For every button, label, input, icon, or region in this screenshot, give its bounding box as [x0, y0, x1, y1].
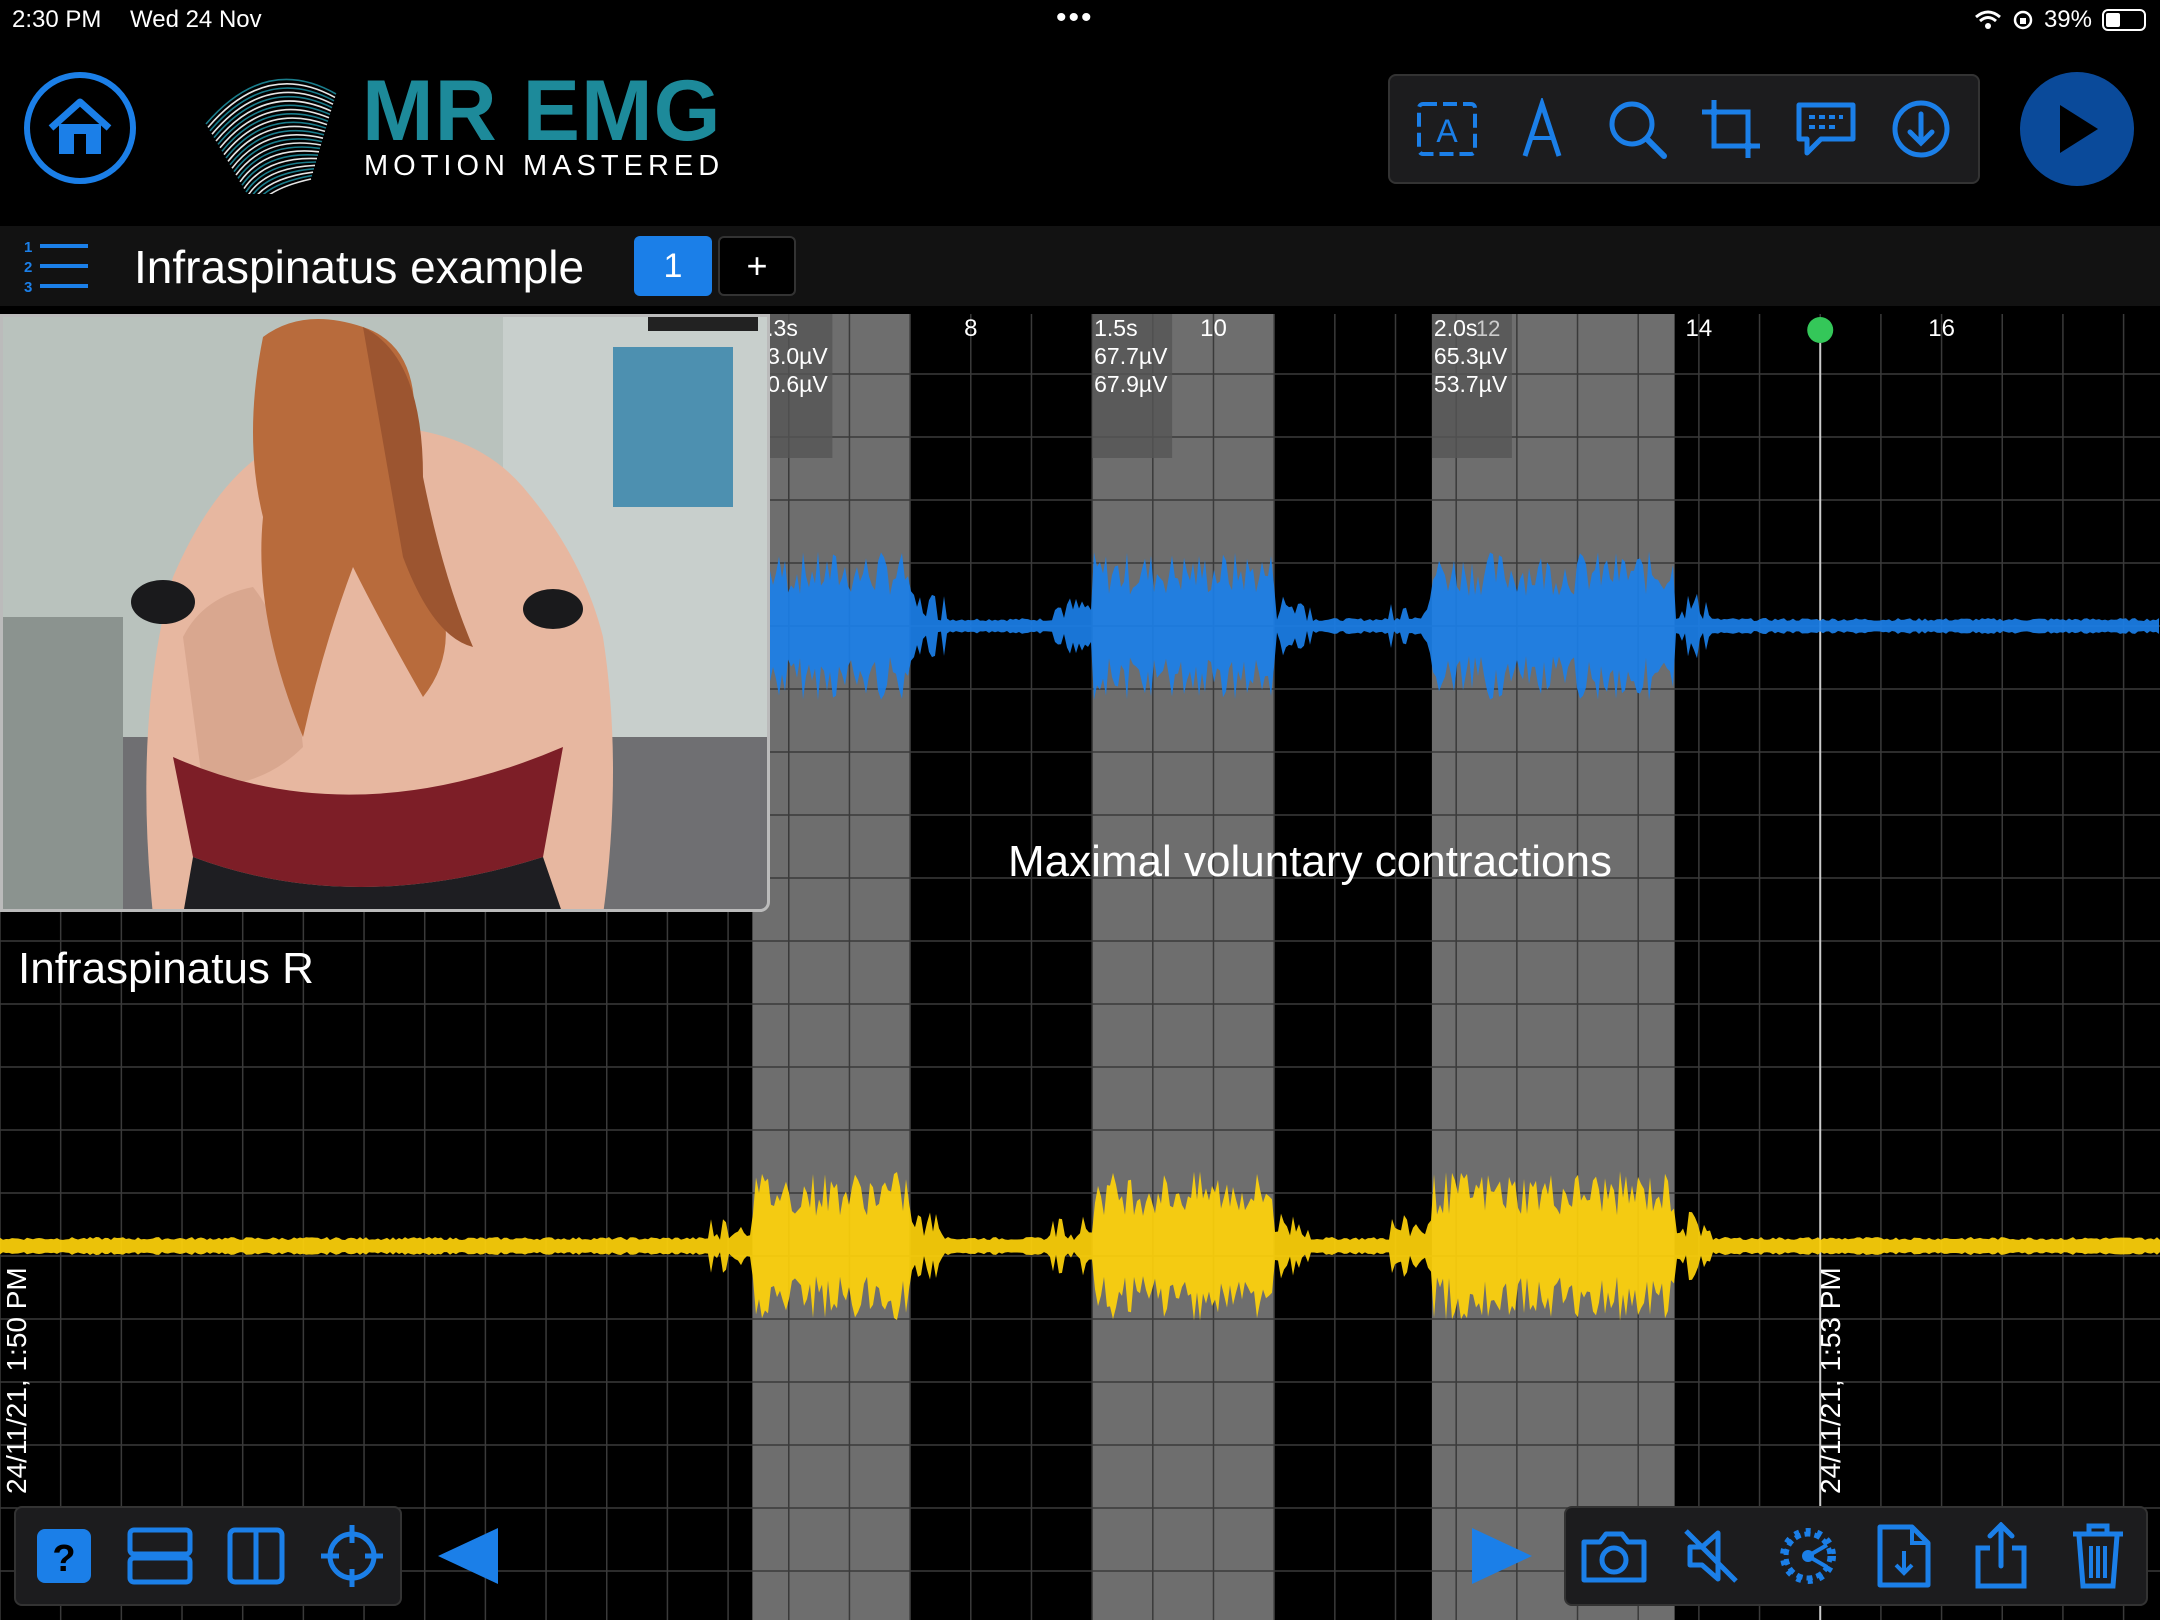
svg-text:?: ?	[52, 1538, 75, 1580]
zoom-button[interactable]	[1602, 94, 1672, 164]
download-icon	[1892, 100, 1950, 158]
delete-button[interactable]	[2062, 1520, 2134, 1592]
segment-value-l-2: 67.7µV	[1094, 343, 1168, 369]
battery-icon	[2102, 9, 2146, 31]
brand-subtitle: MOTION MASTERED	[364, 150, 725, 182]
crop-icon	[1702, 100, 1761, 158]
add-page-button[interactable]: +	[718, 236, 796, 296]
annotation-toolbar: A	[1388, 74, 1980, 184]
channel-label-right: Infraspinatus R	[18, 944, 314, 993]
segment-value-l-3: 65.3µV	[1434, 343, 1508, 369]
session-title[interactable]: Infraspinatus example	[134, 240, 584, 294]
text-box-icon: A	[1417, 102, 1478, 156]
previous-button[interactable]	[434, 1524, 504, 1588]
pen-icon	[1522, 98, 1562, 157]
brand-title: MR EMG	[362, 63, 722, 159]
stacked-layout-button[interactable]	[124, 1520, 196, 1592]
svg-text:1: 1	[24, 239, 32, 256]
pen-button[interactable]	[1507, 94, 1577, 164]
segment-value-r-2: 67.9µV	[1094, 371, 1168, 397]
segment-duration-3: 2.0s	[1434, 315, 1477, 341]
orientation-lock-icon	[2013, 10, 2033, 30]
next-button[interactable]	[1466, 1524, 1536, 1588]
status-date: Wed 24 Nov	[130, 6, 262, 33]
comment-button[interactable]	[1791, 94, 1861, 164]
play-button[interactable]	[2020, 72, 2134, 186]
settings-button[interactable]	[1772, 1520, 1844, 1592]
status-right: 39%	[1974, 6, 2146, 34]
status-bar: 2:30 PM Wed 24 Nov ••• 39%	[0, 0, 2160, 40]
export-file-icon	[1877, 1524, 1931, 1588]
x-tick-label: 8	[964, 315, 977, 342]
share-icon	[1975, 1522, 2027, 1589]
play-icon	[2060, 105, 2098, 153]
stacked-layout-icon	[127, 1527, 193, 1585]
x-tick-label: 10	[1200, 315, 1227, 342]
x-tick-label: 14	[1686, 315, 1713, 342]
segment-value-r-3: 53.7µV	[1434, 371, 1508, 397]
split-layout-button[interactable]	[220, 1520, 292, 1592]
crosshair-button[interactable]	[316, 1520, 388, 1592]
export-file-button[interactable]	[1868, 1520, 1940, 1592]
multitasking-dots-icon[interactable]: •••	[1056, 3, 1094, 33]
patient-photo-image	[3, 317, 767, 909]
svg-text:3: 3	[24, 279, 32, 296]
download-button[interactable]	[1886, 94, 1956, 164]
segment-shade-2	[1092, 314, 1275, 1620]
camera-button[interactable]	[1578, 1520, 1650, 1592]
segment-duration-2: 1.5s	[1094, 315, 1137, 341]
status-time: 2:30 PM	[12, 6, 102, 33]
text-box-button[interactable]: A	[1412, 94, 1482, 164]
x-tick-label-overlap: 12	[1476, 316, 1500, 341]
segment-shade-1	[752, 314, 911, 1620]
marker-timestamp: 24/11/21, 1:53 PM	[1815, 1267, 1846, 1494]
crosshair-icon	[321, 1525, 383, 1587]
x-tick-label: 16	[1928, 315, 1955, 342]
start-timestamp: 24/11/21, 1:50 PM	[1, 1267, 32, 1494]
numbered-list-icon: 1 2 3	[24, 239, 88, 296]
settings-icon	[1779, 1528, 1836, 1584]
crop-button[interactable]	[1696, 94, 1766, 164]
help-icon: ?	[37, 1529, 91, 1583]
help-button[interactable]: ?	[28, 1520, 100, 1592]
chart-annotation: Maximal voluntary contractions	[1008, 837, 1612, 886]
home-icon	[48, 98, 112, 154]
patient-photo[interactable]	[0, 314, 770, 912]
brand-logo-icon	[196, 64, 346, 210]
session-list-button[interactable]: 1 2 3	[22, 236, 90, 296]
triangle-right-icon	[1472, 1528, 1532, 1584]
mute-icon	[1684, 1529, 1738, 1583]
trash-icon	[2072, 1523, 2123, 1589]
svg-text:2: 2	[24, 259, 32, 276]
home-button[interactable]	[24, 72, 136, 184]
actions-toolbar	[1564, 1506, 2148, 1606]
search-icon	[1609, 101, 1667, 159]
mute-button[interactable]	[1675, 1520, 1747, 1592]
share-button[interactable]	[1965, 1520, 2037, 1592]
time-marker-handle	[1807, 317, 1834, 343]
battery-percent: 39%	[2043, 6, 2092, 33]
split-layout-icon	[227, 1527, 285, 1585]
layout-toolbar: ?	[14, 1506, 402, 1606]
comment-icon	[1796, 102, 1856, 156]
page-tab-1[interactable]: 1	[634, 236, 712, 296]
triangle-left-icon	[438, 1528, 498, 1584]
camera-icon	[1581, 1531, 1647, 1583]
wifi-icon	[1974, 10, 2001, 29]
svg-text:A: A	[1437, 113, 1459, 149]
